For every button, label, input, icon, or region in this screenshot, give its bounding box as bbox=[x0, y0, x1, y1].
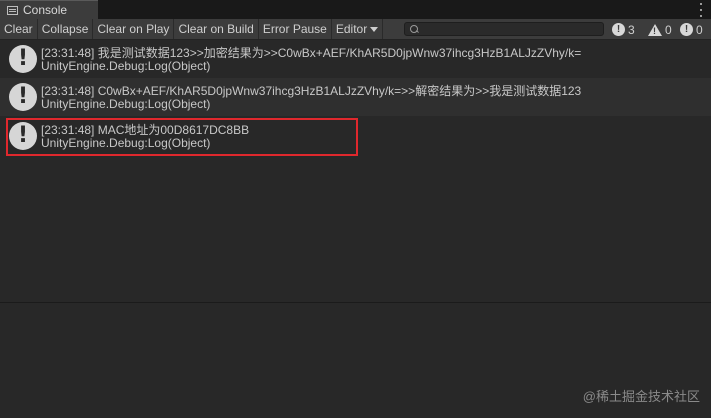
info-icon: ! bbox=[612, 23, 625, 36]
clear-button[interactable]: Clear bbox=[0, 19, 38, 39]
warning-icon: ! bbox=[648, 23, 662, 36]
log-list[interactable]: ! [23:31:48] 我是测试数据123>>加密结果为>>C0wBx+AEF… bbox=[0, 40, 711, 302]
error-count: 0 bbox=[696, 22, 703, 37]
warning-count-toggle[interactable]: ! 0 bbox=[648, 20, 672, 39]
clear-on-build-button[interactable]: Clear on Build bbox=[174, 19, 259, 39]
tab-label: Console bbox=[23, 3, 68, 17]
highlight-box bbox=[6, 118, 358, 156]
console-window: Console Clear Collapse Clear on Play Cle… bbox=[0, 0, 711, 418]
log-stacktrace: UnityEngine.Debug:Log(Object) bbox=[41, 97, 211, 111]
search-icon bbox=[410, 25, 418, 33]
info-icon: ! bbox=[9, 83, 37, 111]
editor-dropdown-label: Editor bbox=[335, 22, 368, 36]
info-count-toggle[interactable]: ! 3 bbox=[612, 20, 635, 39]
info-icon: ! bbox=[9, 45, 37, 73]
chevron-down-icon bbox=[370, 26, 379, 32]
log-stacktrace: UnityEngine.Debug:Log(Object) bbox=[41, 59, 211, 73]
watermark: @稀土掘金技术社区 bbox=[582, 389, 700, 404]
more-options-icon[interactable] bbox=[699, 3, 703, 17]
tab-console[interactable]: Console bbox=[0, 0, 98, 19]
console-icon bbox=[7, 5, 18, 15]
log-detail-panel: @稀土掘金技术社区 bbox=[0, 303, 711, 418]
log-entry[interactable]: ! [23:31:48] 我是测试数据123>>加密结果为>>C0wBx+AEF… bbox=[0, 40, 711, 78]
error-icon: ! bbox=[680, 23, 693, 36]
tab-strip: Console bbox=[0, 0, 711, 19]
search-input[interactable] bbox=[404, 22, 604, 36]
info-count: 3 bbox=[628, 22, 635, 37]
error-pause-button[interactable]: Error Pause bbox=[259, 19, 332, 39]
clear-on-play-button[interactable]: Clear on Play bbox=[93, 19, 175, 39]
collapse-button[interactable]: Collapse bbox=[38, 19, 94, 39]
error-count-toggle[interactable]: ! 0 bbox=[680, 20, 703, 39]
warning-count: 0 bbox=[665, 22, 672, 37]
log-entry[interactable]: ! [23:31:48] C0wBx+AEF/KhAR5D0jpWnw37ihc… bbox=[0, 78, 711, 116]
console-toolbar: Clear Collapse Clear on Play Clear on Bu… bbox=[0, 19, 711, 40]
editor-dropdown[interactable]: Editor bbox=[332, 19, 384, 39]
